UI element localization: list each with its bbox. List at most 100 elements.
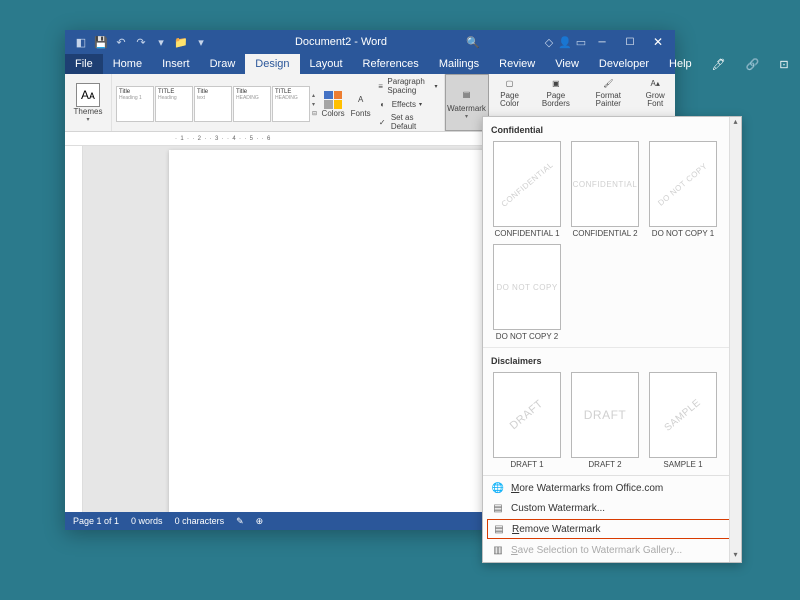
fonts-icon: A xyxy=(352,91,370,109)
tab-help[interactable]: Help xyxy=(659,54,702,74)
ribbon-group-doc-formatting: TitleHeading 1 TITLEHeading Titletext Ti… xyxy=(112,74,445,131)
save-selection-icon: ▥ xyxy=(491,543,505,557)
remove-watermark-menuitem[interactable]: ▤Remove Watermark xyxy=(487,519,737,539)
watermark-draft-2[interactable]: DRAFTDRAFT 2 xyxy=(569,372,641,469)
minimize-button[interactable]: ─ xyxy=(589,32,615,52)
themes-button[interactable]: Aᴀ Themes ▾ xyxy=(69,83,107,123)
watermark-confidential-1[interactable]: CONFIDENTIALCONFIDENTIAL 1 xyxy=(491,141,563,238)
ribbon-tabs: File Home Insert Draw Design Layout Refe… xyxy=(65,54,675,74)
fonts-label: Fonts xyxy=(351,109,371,118)
watermark-footer-menu: 🌐More Watermarks from Office.com› ▤Custo… xyxy=(483,475,741,562)
status-words[interactable]: 0 words xyxy=(131,516,163,526)
undo-icon[interactable]: ↶ xyxy=(113,34,129,50)
formatting-options: ≡Paragraph Spacing▾ ◐Effects▾ ✓Set as De… xyxy=(375,76,440,132)
colors-button[interactable]: Colors xyxy=(320,91,347,118)
tab-review[interactable]: Review xyxy=(489,54,545,74)
share-icon[interactable]: 🖊 xyxy=(702,54,736,74)
style-set-item[interactable]: Titletext xyxy=(194,86,232,122)
panel-scrollbar[interactable]: ▴ ▾ xyxy=(729,117,741,562)
status-proofing-icon[interactable]: ✎ xyxy=(236,516,244,527)
style-set-item[interactable]: TITLEHeading xyxy=(155,86,193,122)
custom-watermark-menuitem[interactable]: ▤Custom Watermark... xyxy=(483,498,741,518)
watermark-do-not-copy-2[interactable]: DO NOT COPYDO NOT COPY 2 xyxy=(491,244,563,341)
themes-label: Themes xyxy=(74,107,103,116)
save-selection-menuitem: ▥Save Selection to Watermark Gallery... xyxy=(483,540,741,560)
watermark-icon: ▤ xyxy=(458,86,476,104)
colors-icon xyxy=(324,91,342,109)
paintbrush-icon: 🖌 xyxy=(599,74,617,92)
chevron-down-icon: ▾ xyxy=(465,113,468,120)
gallery-more-icon[interactable]: ⊟ xyxy=(312,110,318,117)
page-borders-icon: ▣ xyxy=(547,74,565,92)
watermark-dropdown-panel: Confidential CONFIDENTIALCONFIDENTIAL 1 … xyxy=(482,116,742,563)
vertical-ruler[interactable] xyxy=(65,146,83,512)
autosave-icon[interactable]: ◧ xyxy=(73,34,89,50)
page-icon: ▤ xyxy=(491,501,505,515)
window-controls: ─ ☐ ✕ xyxy=(589,32,675,52)
tab-layout[interactable]: Layout xyxy=(300,54,353,74)
page-borders-label: Page Borders xyxy=(533,92,580,108)
comments-icon[interactable]: 🔗 xyxy=(736,54,770,74)
watermark-sample-1[interactable]: SAMPLESAMPLE 1 xyxy=(647,372,719,469)
status-page[interactable]: Page 1 of 1 xyxy=(73,516,119,526)
grow-font-label: Grow Font xyxy=(637,92,673,108)
scroll-up-icon[interactable]: ▴ xyxy=(730,117,741,129)
tab-home[interactable]: Home xyxy=(103,54,152,74)
tab-view[interactable]: View xyxy=(545,54,589,74)
redo-icon[interactable]: ↷ xyxy=(133,34,149,50)
status-accessibility-icon[interactable]: ⊕ xyxy=(256,516,264,527)
watermark-do-not-copy-1[interactable]: DO NOT COPYDO NOT COPY 1 xyxy=(647,141,719,238)
quick-access-toolbar: ◧ 💾 ↶ ↷ ▾ 📁 ▾ xyxy=(65,34,217,50)
style-gallery[interactable]: TitleHeading 1 TITLEHeading Titletext Ti… xyxy=(116,86,310,122)
page-color-label: Page Color xyxy=(491,92,529,108)
watermark-section-disclaimers: Disclaimers DRAFTDRAFT 1 DRAFTDRAFT 2 SA… xyxy=(483,348,741,475)
grow-font-icon: A▴ xyxy=(646,74,664,92)
maximize-button[interactable]: ☐ xyxy=(617,32,643,52)
tab-references[interactable]: References xyxy=(353,54,429,74)
watermark-confidential-2[interactable]: CONFIDENTIALCONFIDENTIAL 2 xyxy=(569,141,641,238)
ribbon-group-themes: Aᴀ Themes ▾ xyxy=(65,74,112,131)
save-icon[interactable]: 💾 xyxy=(93,34,109,50)
qat-more-icon[interactable]: ▾ xyxy=(153,34,169,50)
account-icon[interactable]: 👤 xyxy=(557,34,573,50)
watermark-draft-1[interactable]: DRAFTDRAFT 1 xyxy=(491,372,563,469)
tab-insert[interactable]: Insert xyxy=(152,54,200,74)
ribbon-display-icon[interactable]: ▭ xyxy=(573,34,589,50)
chevron-down-icon: ▾ xyxy=(419,101,422,108)
tab-design[interactable]: Design xyxy=(245,54,299,74)
close-button[interactable]: ✕ xyxy=(645,32,671,52)
search-icon[interactable]: 🔍 xyxy=(465,34,481,50)
section-title: Disclaimers xyxy=(489,352,735,370)
diamond-icon[interactable]: ◇ xyxy=(541,34,557,50)
tab-developer[interactable]: Developer xyxy=(589,54,659,74)
status-chars[interactable]: 0 characters xyxy=(175,516,225,526)
collapse-ribbon-icon[interactable]: ⊡ xyxy=(769,54,798,74)
gallery-up-icon[interactable]: ▴ xyxy=(312,92,318,99)
window-title: Document2 - Word xyxy=(217,36,465,48)
tab-mailings[interactable]: Mailings xyxy=(429,54,489,74)
qat-dropdown-icon[interactable]: ▾ xyxy=(193,34,209,50)
themes-icon: Aᴀ xyxy=(76,83,100,107)
chevron-down-icon: ▾ xyxy=(435,83,438,90)
paragraph-spacing-button[interactable]: ≡Paragraph Spacing▾ xyxy=(375,76,440,96)
style-set-item[interactable]: TitleHeading 1 xyxy=(116,86,154,122)
tab-file[interactable]: File xyxy=(65,54,103,74)
titlebar: ◧ 💾 ↶ ↷ ▾ 📁 ▾ Document2 - Word 🔍 ◇ 👤 ▭ ─… xyxy=(65,30,675,54)
checkmark-icon: ✓ xyxy=(377,116,388,128)
scroll-down-icon[interactable]: ▾ xyxy=(730,550,741,562)
chevron-down-icon: ▾ xyxy=(86,116,89,123)
format-painter-label: Format Painter xyxy=(583,92,633,108)
set-default-button[interactable]: ✓Set as Default xyxy=(375,112,440,132)
style-set-item[interactable]: TitleHEADING xyxy=(233,86,271,122)
page-color-icon: ▢ xyxy=(501,74,519,92)
paragraph-spacing-icon: ≡ xyxy=(377,80,385,92)
effects-button[interactable]: ◐Effects▾ xyxy=(375,97,440,111)
folder-icon[interactable]: 📁 xyxy=(173,34,189,50)
gallery-down-icon[interactable]: ▾ xyxy=(312,101,318,108)
more-watermarks-menuitem[interactable]: 🌐More Watermarks from Office.com› xyxy=(483,478,741,498)
remove-icon: ▤ xyxy=(492,522,506,536)
style-set-item[interactable]: TITLEHEADING xyxy=(272,86,310,122)
globe-icon: 🌐 xyxy=(491,481,505,495)
fonts-button[interactable]: A Fonts xyxy=(349,91,373,118)
tab-draw[interactable]: Draw xyxy=(200,54,246,74)
